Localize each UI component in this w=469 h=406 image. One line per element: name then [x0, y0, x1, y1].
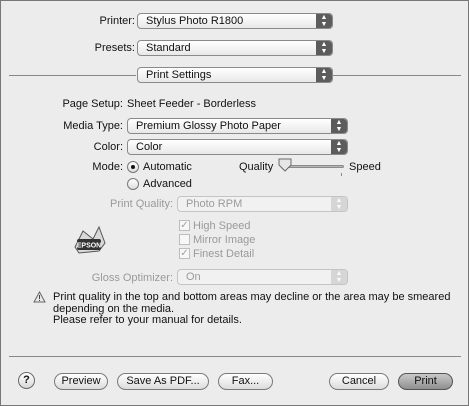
print-quality-value: Photo RPM	[186, 198, 243, 210]
warning-line-3: Please refer to your manual for details.	[53, 314, 242, 326]
updown-arrows-icon: ▲ ▼	[331, 140, 347, 154]
speed-label: Speed	[349, 161, 381, 173]
mode-automatic-label: Automatic	[143, 161, 192, 173]
preview-button[interactable]: Preview	[54, 373, 108, 390]
epson-logo-icon: EPSON	[74, 225, 106, 254]
color-popup[interactable]: Color ▲ ▼	[127, 139, 348, 155]
print-quality-popup[interactable]: Photo RPM ▲ ▼	[177, 196, 348, 212]
mirror-image-checkbox[interactable]	[179, 234, 190, 245]
printer-popup[interactable]: Stylus Photo R1800 ▲ ▼	[137, 13, 333, 29]
print-dialog: Printer: Stylus Photo R1800 ▲ ▼ Presets: …	[0, 0, 469, 406]
updown-arrows-icon: ▲ ▼	[316, 14, 332, 28]
slider-tick	[341, 173, 342, 176]
presets-popup[interactable]: Standard ▲ ▼	[137, 40, 333, 56]
print-button[interactable]: Print	[398, 373, 453, 390]
panel-value: Print Settings	[146, 69, 212, 81]
finest-detail-label: Finest Detail	[193, 248, 255, 260]
color-value: Color	[136, 141, 163, 153]
page-setup-label: Page Setup:	[62, 98, 123, 110]
quality-speed-slider-track[interactable]	[284, 165, 344, 168]
printer-value: Stylus Photo R1800	[146, 15, 244, 27]
high-speed-label: High Speed	[193, 220, 251, 232]
updown-arrows-icon: ▲ ▼	[316, 68, 332, 82]
fax-button[interactable]: Fax...	[218, 373, 273, 390]
media-type-value: Premium Glossy Photo Paper	[136, 120, 281, 132]
print-quality-label: Print Quality:	[110, 198, 173, 210]
warning-line-1: Print quality in the top and bottom area…	[53, 291, 451, 303]
mode-automatic-radio[interactable]	[127, 161, 139, 173]
help-button[interactable]: ?	[18, 372, 35, 389]
media-type-label: Media Type:	[63, 120, 123, 132]
mode-advanced-radio[interactable]	[127, 178, 139, 190]
gloss-optimizer-value: On	[186, 271, 201, 283]
svg-text:EPSON: EPSON	[77, 243, 102, 250]
printer-label: Printer:	[99, 15, 135, 27]
updown-arrows-icon: ▲ ▼	[331, 270, 347, 284]
high-speed-checkbox[interactable]: ✓	[179, 220, 190, 231]
updown-arrows-icon: ▲ ▼	[331, 119, 347, 133]
panel-popup[interactable]: Print Settings ▲ ▼	[137, 67, 333, 83]
mode-advanced-label: Advanced	[143, 178, 192, 190]
updown-arrows-icon: ▲ ▼	[331, 197, 347, 211]
gloss-optimizer-label: Gloss Optimizer:	[91, 272, 173, 284]
cancel-button[interactable]: Cancel	[329, 373, 389, 390]
page-setup-value: Sheet Feeder - Borderless	[127, 98, 257, 110]
updown-arrows-icon: ▲ ▼	[316, 41, 332, 55]
separator-right	[333, 75, 461, 76]
warning-triangle-icon	[33, 291, 46, 303]
separator-left	[9, 75, 136, 76]
save-as-pdf-button[interactable]: Save As PDF...	[117, 373, 209, 390]
presets-value: Standard	[146, 42, 191, 54]
mode-label: Mode:	[92, 161, 123, 173]
quality-speed-slider-thumb[interactable]	[278, 158, 292, 172]
mirror-image-label: Mirror Image	[193, 234, 256, 246]
presets-label: Presets:	[94, 42, 135, 54]
color-label: Color:	[93, 141, 123, 153]
gloss-optimizer-popup[interactable]: On ▲ ▼	[177, 269, 348, 285]
finest-detail-checkbox[interactable]: ✓	[179, 248, 190, 259]
quality-label: Quality	[239, 161, 274, 173]
media-type-popup[interactable]: Premium Glossy Photo Paper ▲ ▼	[127, 118, 348, 134]
bottom-separator	[9, 356, 461, 357]
